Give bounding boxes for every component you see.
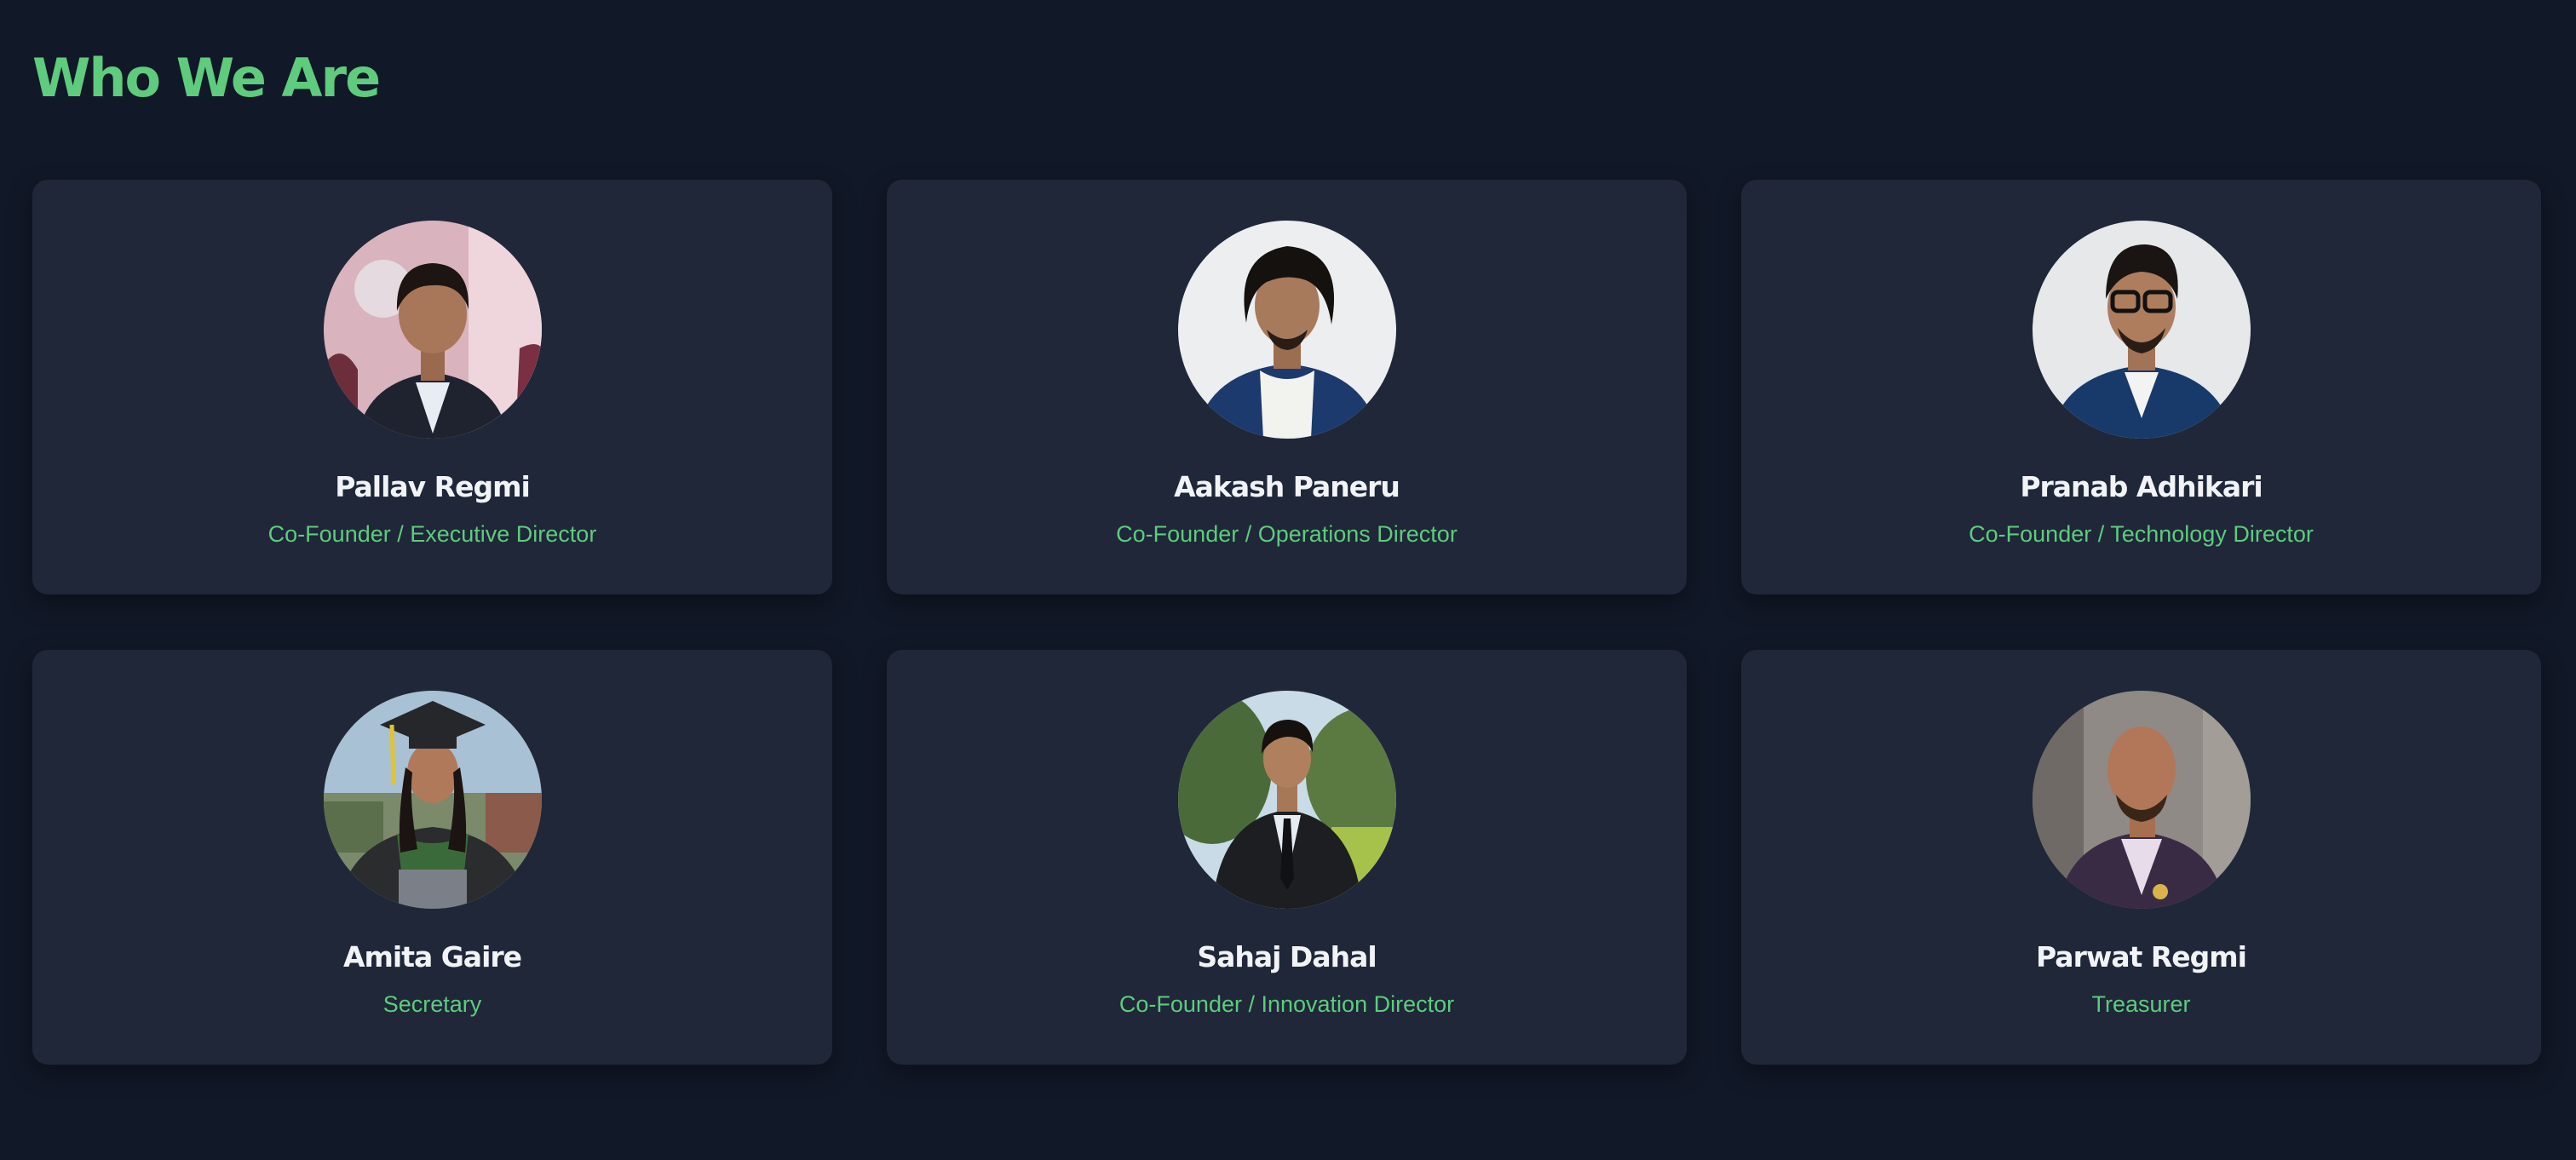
- team-member-card: Sahaj Dahal Co-Founder / Innovation Dire…: [887, 650, 1687, 1065]
- member-role: Secretary: [382, 991, 482, 1017]
- member-name: Pallav Regmi: [335, 470, 531, 503]
- team-member-card: Amita Gaire Secretary: [32, 650, 832, 1065]
- team-member-card: Pallav Regmi Co-Founder / Executive Dire…: [32, 180, 832, 594]
- team-member-card: Aakash Paneru Co-Founder / Operations Di…: [887, 180, 1687, 594]
- member-photo: [323, 221, 542, 439]
- member-name: Pranab Adhikari: [2020, 470, 2263, 503]
- member-role: Co-Founder / Executive Director: [267, 521, 597, 547]
- member-role: Co-Founder / Innovation Director: [1118, 991, 1455, 1017]
- member-photo: [1177, 691, 1396, 909]
- member-photo: [323, 691, 542, 909]
- team-member-card: Pranab Adhikari Co-Founder / Technology …: [1741, 180, 2541, 594]
- member-role: Co-Founder / Technology Director: [1969, 521, 2314, 547]
- member-name: Amita Gaire: [342, 940, 522, 973]
- member-role: Treasurer: [2091, 991, 2191, 1017]
- member-name: Parwat Regmi: [2036, 940, 2247, 973]
- team-grid: Pallav Regmi Co-Founder / Executive Dire…: [32, 180, 2541, 1065]
- member-name: Aakash Paneru: [1174, 470, 1400, 503]
- member-photo: [2032, 691, 2251, 909]
- member-photo: [1177, 221, 1396, 439]
- member-role: Co-Founder / Operations Director: [1116, 521, 1458, 547]
- member-name: Sahaj Dahal: [1197, 940, 1377, 973]
- section-title: Who We Are: [32, 47, 381, 109]
- member-photo: [2032, 221, 2251, 439]
- team-member-card: Parwat Regmi Treasurer: [1741, 650, 2541, 1065]
